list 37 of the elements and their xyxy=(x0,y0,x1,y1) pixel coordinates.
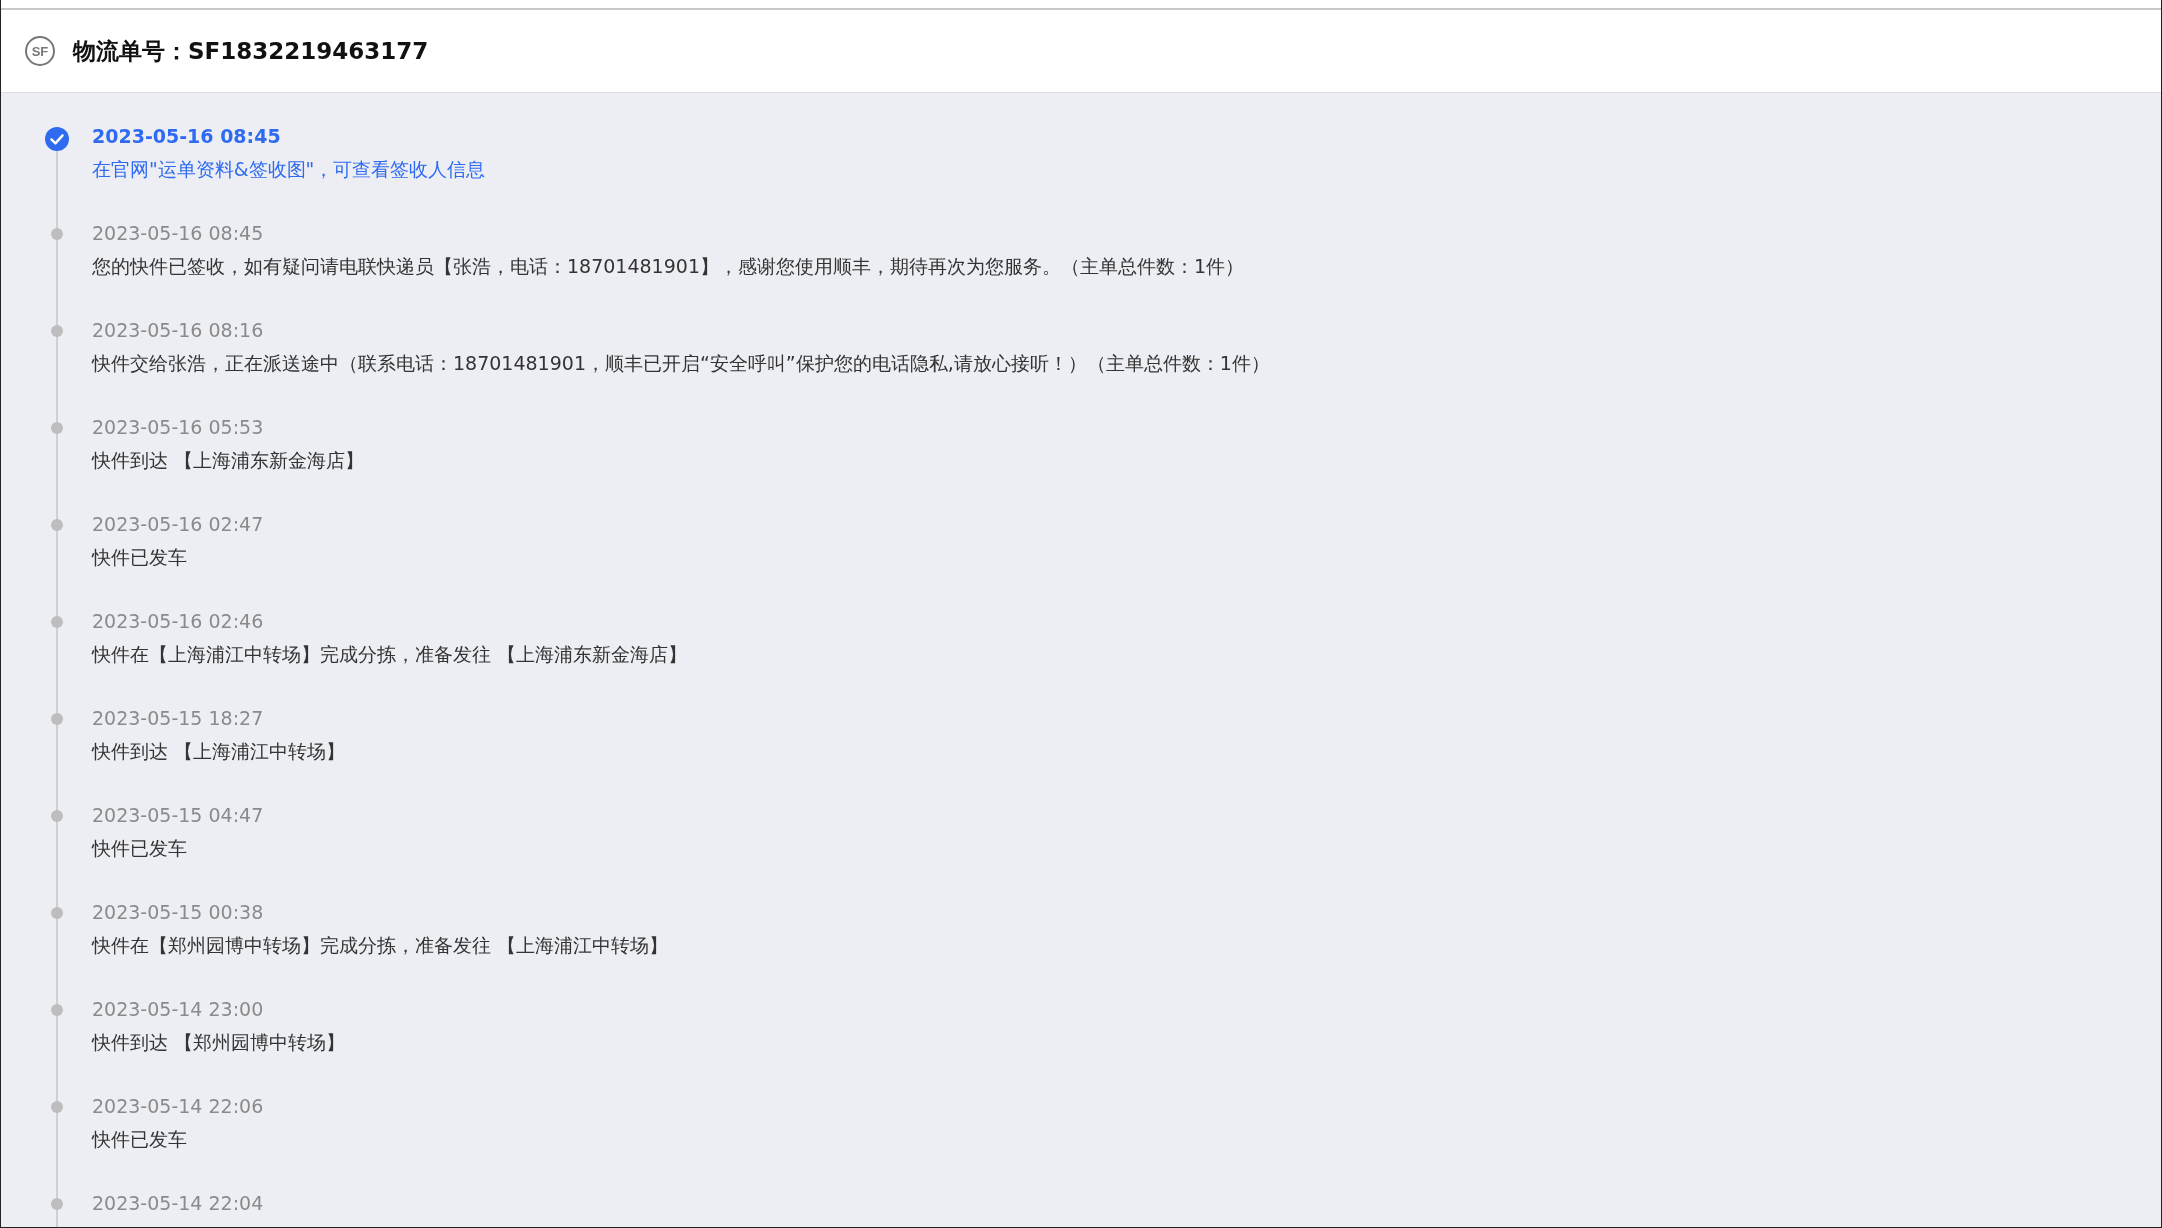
event-time: 2023-05-16 08:45 xyxy=(92,221,265,246)
timeline-dot xyxy=(51,228,63,240)
event-time: 2023-05-15 04:47 xyxy=(92,803,264,828)
timeline-dot xyxy=(51,325,63,337)
event-description: 快件到达 【郑州园博中转场】 xyxy=(92,1030,346,1055)
timeline-dot xyxy=(51,1101,63,1113)
event-description: 快件到达 【上海浦东新金海店】 xyxy=(92,448,365,473)
event-description: 快件交给张浩，正在派送途中（联系电话：18701481901，顺丰已开启“安全呼叫”保护您的电话隐私,请放心接听！）（主单总件数：1件） xyxy=(92,351,1270,376)
event-time: 2023-05-15 00:38 xyxy=(92,900,265,925)
event-time: 2023-05-14 23:00 xyxy=(92,997,265,1022)
timeline-dot xyxy=(51,616,63,628)
timeline-dot xyxy=(51,810,63,822)
timeline-dot xyxy=(51,907,63,919)
event-time: 2023-05-14 22:04 xyxy=(92,1191,264,1216)
logo-icon: SF xyxy=(25,36,55,66)
timeline-dot xyxy=(51,1198,63,1210)
event-description: 快件在【郑州园博中转场】完成分拣，准备发往 【上海浦江中转场】 xyxy=(92,933,669,958)
event-description: 您的快件已签收，如有疑问请电联快递员【张浩，电话：18701481901】，感谢您使用顺丰，期待再次为您服务。（主单总件数：1件） xyxy=(92,254,1245,279)
event-time: 2023-05-16 05:53 xyxy=(92,415,265,440)
timeline-dot xyxy=(51,1004,63,1016)
signature-info-link[interactable]: 在官网"运单资料&签收图"，可查看签收人信息 xyxy=(92,156,486,182)
event-time: 2023-05-16 02:46 xyxy=(92,609,265,634)
timeline-dot xyxy=(51,519,63,531)
event-time: 2023-05-16 08:45 xyxy=(92,124,282,149)
event-description: 快件已发车 xyxy=(92,1127,188,1152)
event-description: 快件已发车 xyxy=(92,836,188,861)
event-description: 快件到达 【上海浦江中转场】 xyxy=(92,739,346,764)
tracking-number-title: 物流单号：SF1832219463177 xyxy=(73,36,429,66)
event-description: 快件在【上海浦江中转场】完成分拣，准备发往 【上海浦东新金海店】 xyxy=(92,642,688,667)
event-description: 快件已发车 xyxy=(92,545,188,570)
event-time: 2023-05-16 02:47 xyxy=(92,512,264,537)
event-time: 2023-05-15 18:27 xyxy=(92,706,265,731)
timeline-dot xyxy=(51,422,63,434)
event-time: 2023-05-14 22:06 xyxy=(92,1094,264,1119)
event-time: 2023-05-16 08:16 xyxy=(92,318,265,343)
timeline-dot xyxy=(51,713,63,725)
check-icon xyxy=(45,124,69,154)
